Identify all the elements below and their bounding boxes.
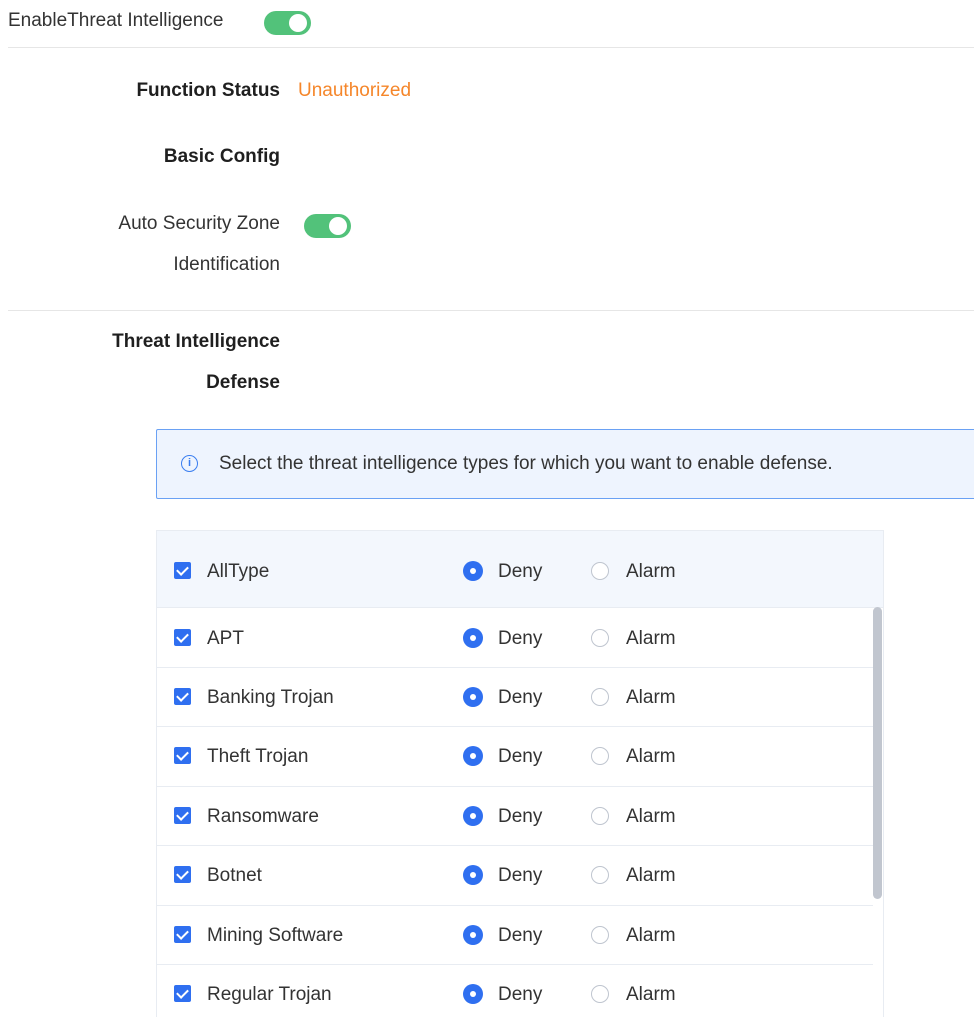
divider (8, 47, 974, 48)
table-row: Mining Software Deny Alarm (157, 906, 873, 965)
divider (8, 310, 974, 311)
function-status-label: Function Status (136, 80, 280, 101)
alarm-radio[interactable] (591, 747, 609, 765)
auto-security-zone-label-line2: Identification (173, 254, 280, 275)
row-checkbox[interactable] (174, 807, 191, 824)
row-checkbox[interactable] (174, 866, 191, 883)
basic-config-heading: Basic Config (163, 146, 280, 167)
deny-label: Deny (498, 746, 543, 767)
alarm-label: Alarm (626, 687, 676, 708)
table-row: Botnet Deny Alarm (157, 846, 873, 906)
alarm-label: Alarm (626, 746, 676, 767)
auto-security-zone-label-line1: Auto Security Zone (118, 213, 280, 234)
row-checkbox[interactable] (174, 629, 191, 646)
deny-radio[interactable] (463, 806, 483, 826)
table-row: Theft Trojan Deny Alarm (157, 727, 873, 787)
info-text: Select the threat intelligence types for… (219, 453, 833, 474)
alarm-label: Alarm (626, 628, 676, 649)
alarm-radio[interactable] (591, 985, 609, 1003)
alarm-label: Alarm (626, 925, 676, 946)
alarm-radio[interactable] (591, 688, 609, 706)
all-type-deny-radio[interactable] (463, 561, 483, 581)
alarm-radio[interactable] (591, 629, 609, 647)
row-name: Banking Trojan (207, 687, 334, 708)
all-type-alarm-label: Alarm (626, 561, 676, 582)
row-name: APT (207, 628, 244, 649)
deny-label: Deny (498, 628, 543, 649)
alarm-label: Alarm (626, 984, 676, 1005)
row-checkbox[interactable] (174, 985, 191, 1002)
toggle-knob (289, 14, 307, 32)
row-checkbox[interactable] (174, 747, 191, 764)
deny-radio[interactable] (463, 984, 483, 1004)
deny-radio[interactable] (463, 687, 483, 707)
alarm-label: Alarm (626, 806, 676, 827)
table-row: APT Deny Alarm (157, 608, 873, 668)
alarm-radio[interactable] (591, 866, 609, 884)
all-type-checkbox[interactable] (174, 562, 191, 579)
row-checkbox[interactable] (174, 688, 191, 705)
info-circle-icon: i (181, 455, 198, 472)
row-name: Botnet (207, 865, 262, 886)
table-row: Banking Trojan Deny Alarm (157, 668, 873, 727)
all-type-alarm-radio[interactable] (591, 562, 609, 580)
deny-label: Deny (498, 806, 543, 827)
alarm-label: Alarm (626, 865, 676, 886)
row-name: Regular Trojan (207, 984, 332, 1005)
defense-label-line2: Defense (206, 372, 280, 393)
deny-radio[interactable] (463, 628, 483, 648)
deny-label: Deny (498, 687, 543, 708)
deny-label: Deny (498, 984, 543, 1005)
row-name: Ransomware (207, 806, 319, 827)
function-status-value: Unauthorized (298, 80, 412, 101)
deny-radio[interactable] (463, 925, 483, 945)
info-alert: i Select the threat intelligence types f… (156, 429, 974, 499)
enable-threat-intelligence-label: EnableThreat Intelligence (8, 10, 224, 31)
table-row: Ransomware Deny Alarm (157, 787, 873, 846)
row-name: Mining Software (207, 925, 344, 946)
table-scrollbar[interactable] (873, 607, 882, 899)
table-header-row: AllType Deny Alarm (157, 531, 883, 608)
auto-security-zone-toggle[interactable] (304, 214, 351, 238)
table-row: Regular Trojan Deny Alarm (157, 965, 873, 1017)
alarm-radio[interactable] (591, 807, 609, 825)
all-type-label: AllType (207, 561, 270, 582)
row-checkbox[interactable] (174, 926, 191, 943)
deny-radio[interactable] (463, 746, 483, 766)
enable-threat-intelligence-toggle[interactable] (264, 11, 311, 35)
threat-type-table: AllType Deny Alarm APT Deny Alarm Bankin… (156, 530, 884, 1017)
defense-label-line1: Threat Intelligence (112, 331, 280, 352)
row-name: Theft Trojan (207, 746, 309, 767)
deny-label: Deny (498, 865, 543, 886)
all-type-deny-label: Deny (498, 561, 543, 582)
deny-radio[interactable] (463, 865, 483, 885)
alarm-radio[interactable] (591, 926, 609, 944)
toggle-knob (329, 217, 347, 235)
deny-label: Deny (498, 925, 543, 946)
